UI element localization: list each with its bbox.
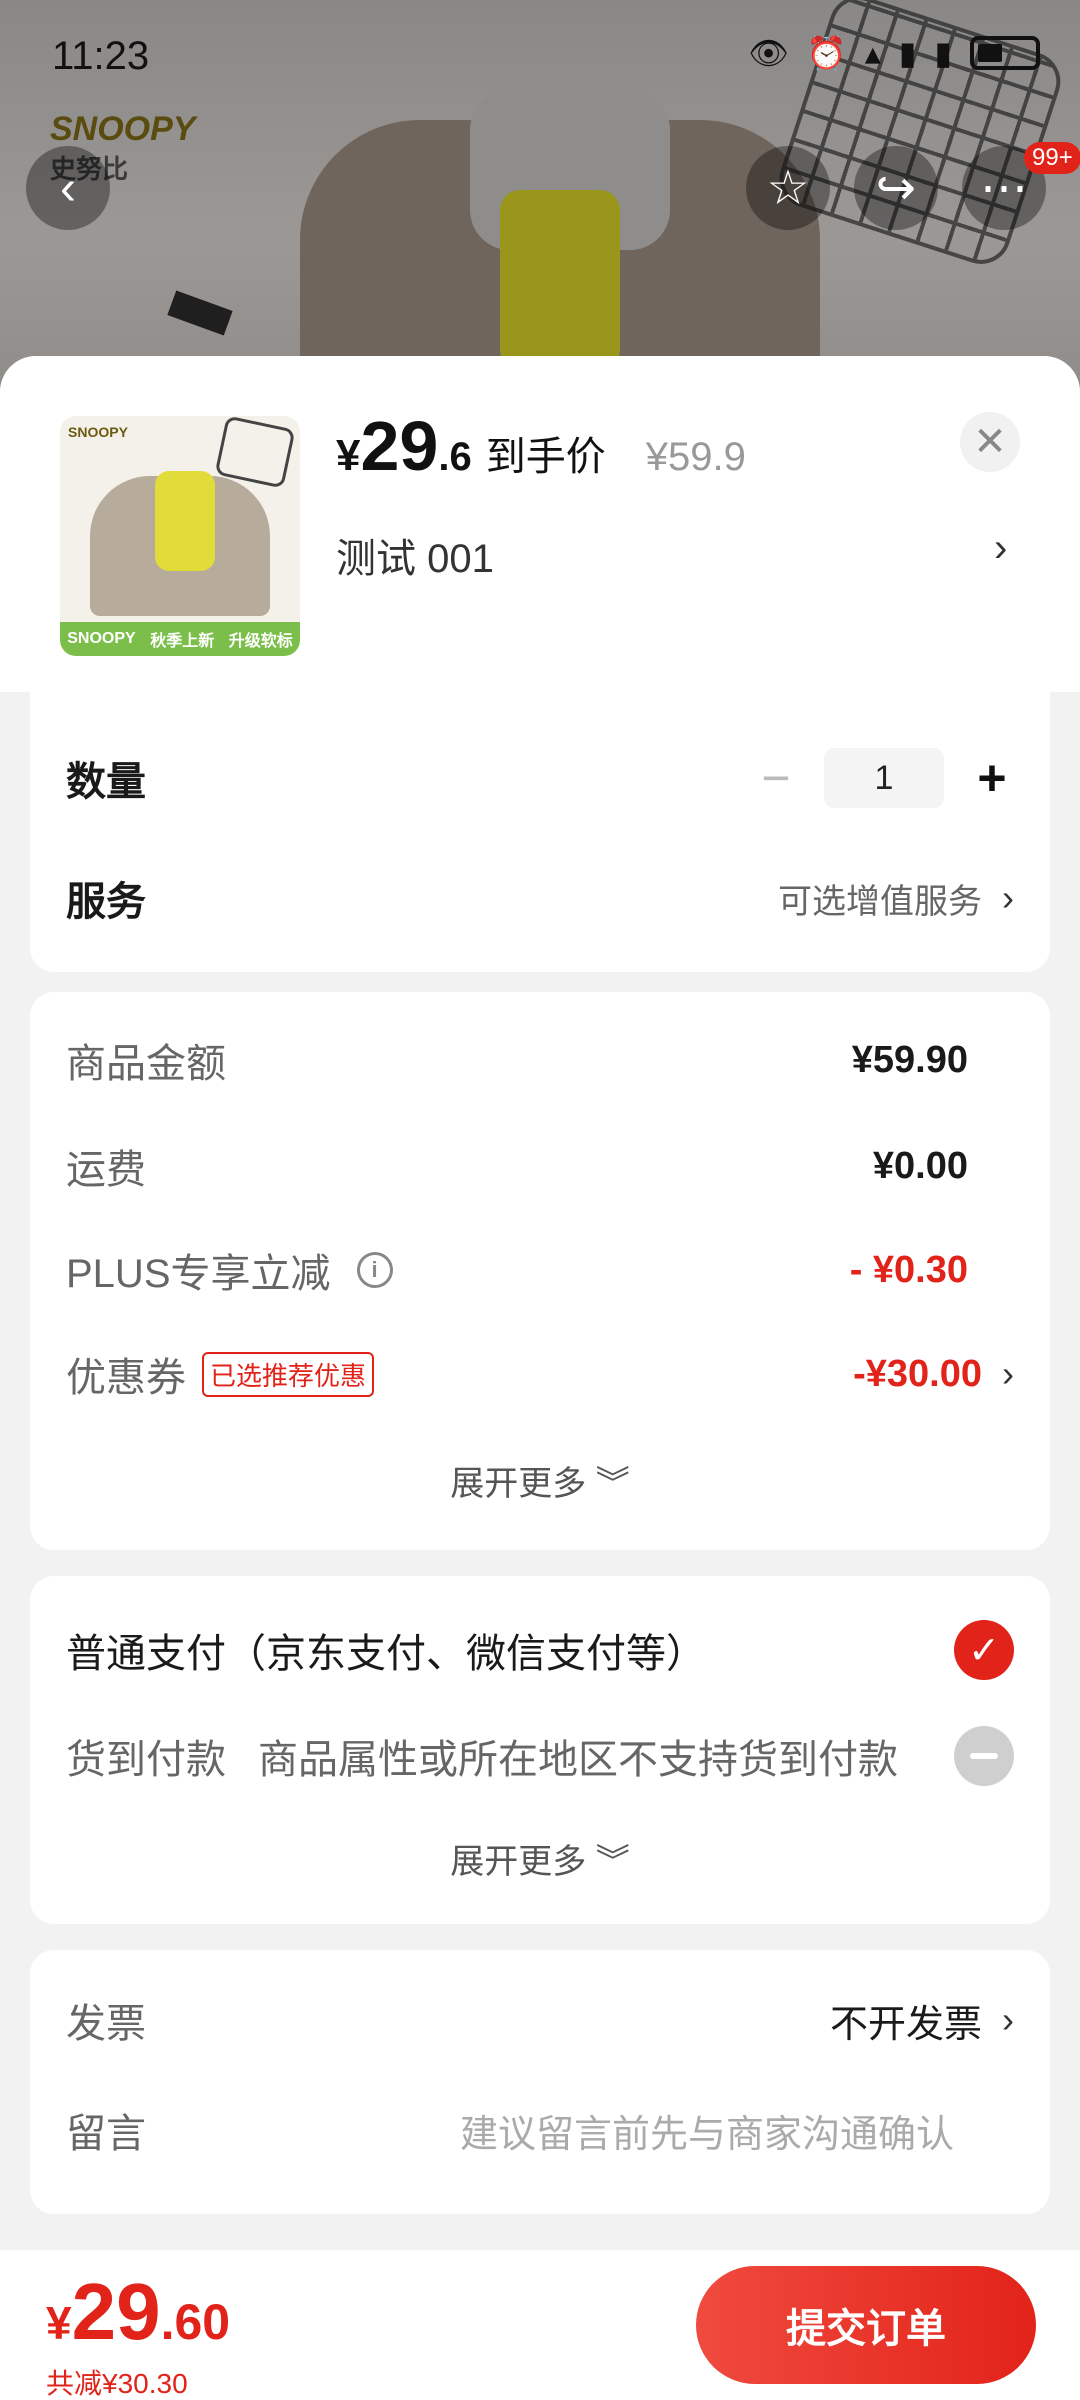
coupon-value: -¥30.00 bbox=[853, 1352, 982, 1395]
invoice-label: 发票 bbox=[66, 2002, 146, 2046]
chevron-right-icon: › bbox=[1002, 1353, 1014, 1394]
signal-2-icon: ▮ bbox=[934, 35, 952, 71]
checkout-bar: ¥ 29 .60 共减¥30.30 提交订单 bbox=[0, 2250, 1080, 2400]
normal-payment-label: 普通支付（京东支付、微信支付等） bbox=[66, 1632, 706, 1676]
battery-icon bbox=[970, 36, 1040, 70]
quantity-input[interactable]: 1 bbox=[824, 748, 944, 808]
goods-amount-label: 商品金额 bbox=[66, 1042, 226, 1086]
service-row[interactable]: 服务 可选增值服务 › bbox=[66, 868, 1014, 928]
expand-more-payment[interactable]: 展开更多 ︾ bbox=[30, 1834, 1050, 1883]
share-icon: ↪ bbox=[875, 162, 917, 215]
payment-card: 普通支付（京东支付、微信支付等） ✓ 货到付款 商品属性或所在地区不支持货到付款… bbox=[30, 1576, 1050, 1924]
message-input[interactable]: 建议留言前先与商家沟通确认 bbox=[460, 2103, 954, 2158]
wifi-icon: ▴ bbox=[864, 35, 881, 71]
expand-more-summary[interactable]: 展开更多 ︾ bbox=[30, 1456, 1050, 1505]
quantity-stepper: − 1 + bbox=[754, 748, 1014, 808]
alarm-icon: ⏰ bbox=[806, 35, 847, 71]
total-integer: 29 bbox=[71, 2267, 161, 2356]
status-time: 11:23 bbox=[52, 34, 150, 78]
quantity-row: 数量 − 1 + bbox=[66, 748, 1014, 808]
more-icon: ⋯ bbox=[980, 162, 1028, 215]
price-label: 到手价 bbox=[485, 435, 606, 479]
order-sheet: SNOOPY SNOOPY 秋季上新 升级软标 ¥ 29 .6 到手价 ¥59.9 … bbox=[0, 356, 1080, 2400]
normal-payment-row[interactable]: 普通支付（京东支付、微信支付等） ✓ bbox=[66, 1620, 1014, 1680]
goods-amount-value: ¥59.90 bbox=[851, 1038, 968, 1081]
total-decimal: .60 bbox=[160, 2294, 231, 2350]
chevron-right-icon: › bbox=[1002, 877, 1014, 918]
product-thumbnail[interactable]: SNOOPY SNOOPY 秋季上新 升级软标 bbox=[60, 416, 300, 656]
coupon-tag: 已选推荐优惠 bbox=[202, 1351, 375, 1397]
service-value: 可选增值服务 bbox=[778, 882, 982, 921]
selected-spec[interactable]: 测试 001 bbox=[336, 526, 494, 584]
coupon-row[interactable]: 优惠券 已选推荐优惠 -¥30.00 › bbox=[66, 1344, 1014, 1404]
plus-discount-label: PLUS专享立减 bbox=[66, 1252, 331, 1296]
cod-label: 货到付款 bbox=[66, 1738, 226, 1782]
cod-note: 商品属性或所在地区不支持货到付款 bbox=[258, 1738, 898, 1782]
chevron-right-icon: › bbox=[1002, 1999, 1014, 2040]
price-summary-card: 商品金额 ¥59.90 运费 ¥0.00 PLUS专享立减 i - ¥0.30 … bbox=[30, 992, 1050, 1550]
shipping-label: 运费 bbox=[66, 1148, 146, 1192]
close-icon: ✕ bbox=[973, 420, 1007, 464]
cod-payment-row: 货到付款 商品属性或所在地区不支持货到付款 bbox=[66, 1726, 1014, 1786]
plus-discount-value: - ¥0.30 bbox=[849, 1248, 968, 1291]
service-label: 服务 bbox=[66, 880, 146, 924]
message-label: 留言 bbox=[66, 2112, 146, 2156]
check-icon[interactable]: ✓ bbox=[954, 1620, 1014, 1680]
submit-order-button[interactable]: 提交订单 bbox=[696, 2266, 1036, 2384]
quantity-service-card: 数量 − 1 + 服务 可选增值服务 › bbox=[30, 692, 1050, 972]
message-row: 留言 建议留言前先与商家沟通确认 bbox=[66, 2100, 1014, 2160]
message-badge: 99+ bbox=[1024, 142, 1080, 174]
increment-button[interactable]: + bbox=[970, 749, 1014, 807]
shipping-row: 运费 ¥0.00 bbox=[66, 1136, 1014, 1196]
price-decimal: .6 bbox=[438, 435, 472, 479]
goods-amount-row: 商品金额 ¥59.90 bbox=[66, 1030, 1014, 1090]
close-button[interactable]: ✕ bbox=[960, 412, 1020, 472]
shipping-value: ¥0.00 bbox=[872, 1144, 968, 1187]
star-icon: ☆ bbox=[766, 162, 810, 215]
price-integer: 29 bbox=[360, 407, 439, 485]
status-bar: 11:23 👁 ⏰ ▴ ▮ ▮ bbox=[0, 0, 1080, 100]
plus-discount-row: PLUS专享立减 i - ¥0.30 bbox=[66, 1240, 1014, 1300]
total-saved: 共减¥30.30 bbox=[46, 2368, 188, 2399]
invoice-message-card: 发票 不开发票 › 留言 建议留言前先与商家沟通确认 bbox=[30, 1950, 1050, 2214]
decrement-button[interactable]: − bbox=[754, 749, 798, 807]
chevron-right-icon[interactable]: › bbox=[994, 526, 1007, 571]
signal-icon: ▮ bbox=[898, 35, 917, 71]
back-button[interactable]: ‹ bbox=[26, 146, 110, 230]
original-price: ¥59.9 bbox=[645, 435, 746, 479]
invoice-row[interactable]: 发票 不开发票 › bbox=[66, 1990, 1014, 2050]
quantity-label: 数量 bbox=[66, 760, 146, 804]
disabled-icon bbox=[954, 1726, 1014, 1786]
info-icon[interactable]: i bbox=[356, 1252, 393, 1288]
favorite-button[interactable]: ☆ bbox=[746, 146, 830, 230]
coupon-label: 优惠券 bbox=[66, 1356, 186, 1400]
eye-icon: 👁 bbox=[748, 35, 789, 71]
invoice-value: 不开发票 bbox=[829, 2003, 982, 2046]
chevron-left-icon: ‹ bbox=[60, 161, 76, 215]
price-row: ¥ 29 .6 到手价 ¥59.9 bbox=[336, 407, 746, 485]
total-price: ¥ 29 .60 bbox=[46, 2267, 231, 2356]
share-button[interactable]: ↪ bbox=[854, 146, 938, 230]
product-header: SNOOPY SNOOPY 秋季上新 升级软标 ¥ 29 .6 到手价 ¥59.9 … bbox=[0, 356, 1080, 692]
